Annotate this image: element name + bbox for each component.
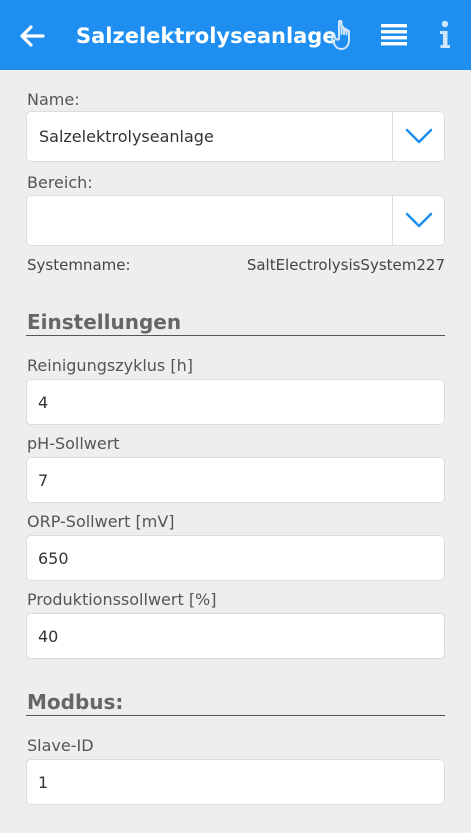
chevron-down-icon [405, 212, 433, 228]
systemname-value: SaltElectrolysisSystem227 [246, 256, 445, 274]
ph-setpoint-label: pH-Sollwert [27, 434, 120, 453]
ph-setpoint-input[interactable]: 7 [26, 457, 445, 503]
top-bar: Salzelektrolyseanlage [0, 0, 471, 70]
settings-title: Einstellungen [27, 310, 182, 334]
orp-setpoint-label: ORP-Sollwert [mV] [27, 512, 175, 531]
chevron-down-icon [405, 128, 433, 144]
systemname-row: Systemname: SaltElectrolysisSystem227 [27, 256, 445, 276]
slave-id-label: Slave-ID [27, 736, 94, 755]
cleaning-cycle-label: Reinigungszyklus [h] [27, 356, 193, 375]
cleaning-cycle-input[interactable]: 4 [26, 379, 445, 425]
systemname-label: Systemname: [27, 256, 131, 274]
cleaning-cycle-value: 4 [38, 393, 49, 412]
area-label: Bereich: [27, 173, 93, 192]
orp-setpoint-input[interactable]: 650 [26, 535, 445, 581]
name-dropdown-button[interactable] [392, 112, 444, 161]
name-label: Name: [27, 90, 80, 109]
area-select[interactable] [26, 195, 445, 246]
page-title: Salzelektrolyseanlage [76, 24, 337, 48]
production-setpoint-input[interactable]: 40 [26, 613, 445, 659]
settings-section-header: Einstellungen [26, 310, 445, 336]
production-setpoint-value: 40 [38, 627, 59, 646]
area-dropdown-button[interactable] [392, 196, 444, 245]
list-icon[interactable] [380, 21, 410, 51]
slave-id-input[interactable]: 1 [26, 759, 445, 805]
ph-setpoint-value: 7 [38, 471, 49, 490]
production-setpoint-label: Produktionssollwert [%] [27, 590, 217, 609]
name-value: Salzelektrolyseanlage [39, 127, 214, 146]
back-arrow-icon[interactable] [18, 22, 46, 50]
hand-pointer-icon[interactable] [328, 18, 362, 52]
orp-setpoint-value: 650 [38, 549, 69, 568]
name-select[interactable]: Salzelektrolyseanlage [26, 111, 445, 162]
slave-id-value: 1 [38, 773, 49, 792]
info-icon[interactable] [434, 18, 458, 52]
modbus-section-header: Modbus: [26, 690, 445, 716]
modbus-title: Modbus: [27, 690, 124, 714]
